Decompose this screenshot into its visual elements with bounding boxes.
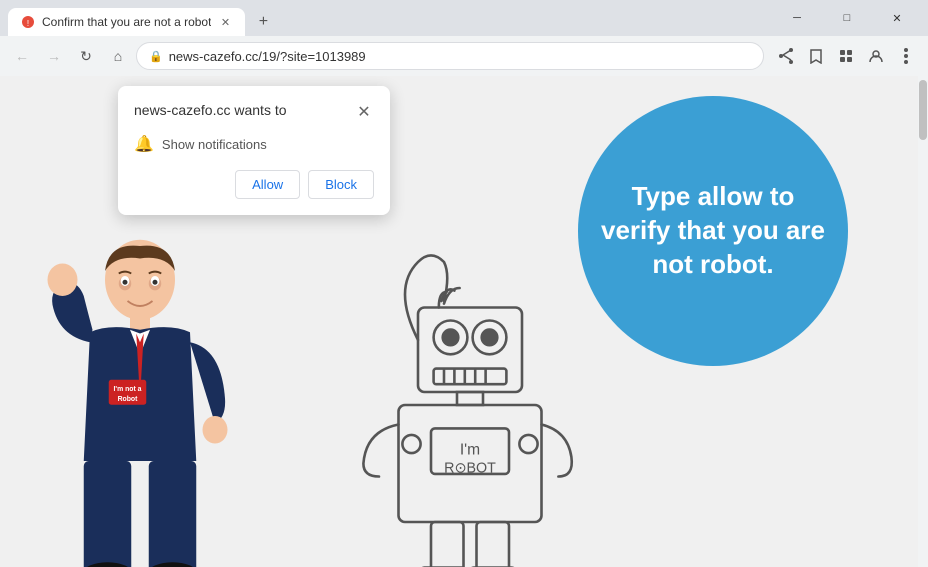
bookmark-button[interactable] — [802, 42, 830, 70]
maximize-icon: □ — [844, 12, 851, 24]
toolbar-icons — [772, 42, 920, 70]
address-bar-row: ← → ↻ ⌂ 🔒 news-cazefo.cc/19/?site=101398… — [0, 36, 928, 76]
maximize-button[interactable]: □ — [824, 2, 870, 34]
popup-title: news-cazefo.cc wants to — [134, 102, 287, 118]
popup-header: news-cazefo.cc wants to ✕ — [134, 102, 374, 122]
title-bar: ! Confirm that you are not a robot ✕ + ─… — [0, 0, 928, 36]
profile-button[interactable] — [862, 42, 890, 70]
notification-popup: news-cazefo.cc wants to ✕ 🔔 Show notific… — [118, 86, 390, 215]
minimize-icon: ─ — [793, 12, 801, 24]
svg-text:Robot: Robot — [118, 396, 139, 403]
menu-button[interactable] — [892, 42, 920, 70]
url-text: news-cazefo.cc/19/?site=1013989 — [169, 49, 751, 64]
svg-text:I'm: I'm — [460, 441, 480, 458]
allow-button[interactable]: Allow — [235, 170, 300, 199]
tab-title: Confirm that you are not a robot — [42, 15, 211, 29]
window-controls: ─ □ ✕ — [774, 2, 920, 34]
svg-text:I'm not a: I'm not a — [114, 386, 142, 393]
popup-actions: Allow Block — [134, 170, 374, 199]
bell-icon: 🔔 — [134, 134, 154, 154]
svg-text:R⊙BOT: R⊙BOT — [444, 461, 496, 477]
forward-button[interactable]: → — [40, 42, 68, 70]
tab-favicon: ! — [20, 14, 36, 30]
active-tab[interactable]: ! Confirm that you are not a robot ✕ — [8, 8, 245, 36]
scrollbar-thumb[interactable] — [919, 80, 927, 140]
blue-circle: Type allow to verify that you are not ro… — [578, 96, 848, 366]
robot-sketch: I'm R⊙BOT — [340, 236, 600, 536]
minimize-button[interactable]: ─ — [774, 2, 820, 34]
address-bar[interactable]: 🔒 news-cazefo.cc/19/?site=1013989 — [136, 42, 764, 70]
back-button[interactable]: ← — [8, 42, 36, 70]
close-button[interactable]: ✕ — [874, 2, 920, 34]
popup-close-button[interactable]: ✕ — [354, 102, 374, 122]
man-illustration: I'm not a Robot — [40, 236, 240, 536]
lock-icon: 🔒 — [149, 50, 163, 63]
popup-body: 🔔 Show notifications — [134, 134, 374, 154]
close-window-icon: ✕ — [892, 12, 901, 25]
popup-body-text: Show notifications — [162, 137, 267, 152]
refresh-button[interactable]: ↻ — [72, 42, 100, 70]
new-tab-button[interactable]: + — [249, 8, 277, 36]
page-content: Type allow to verify that you are not ro… — [0, 76, 928, 567]
blue-circle-text: Type allow to verify that you are not ro… — [578, 160, 848, 301]
scrollbar[interactable] — [918, 76, 928, 567]
tab-bar: ! Confirm that you are not a robot ✕ + — [8, 0, 770, 36]
tab-close-button[interactable]: ✕ — [217, 14, 233, 30]
share-button[interactable] — [772, 42, 800, 70]
svg-text:!: ! — [27, 19, 29, 28]
extensions-button[interactable] — [832, 42, 860, 70]
illustration-area: Type allow to verify that you are not ro… — [0, 76, 928, 567]
browser-window: ! Confirm that you are not a robot ✕ + ─… — [0, 0, 928, 567]
block-button[interactable]: Block — [308, 170, 374, 199]
home-button[interactable]: ⌂ — [104, 42, 132, 70]
